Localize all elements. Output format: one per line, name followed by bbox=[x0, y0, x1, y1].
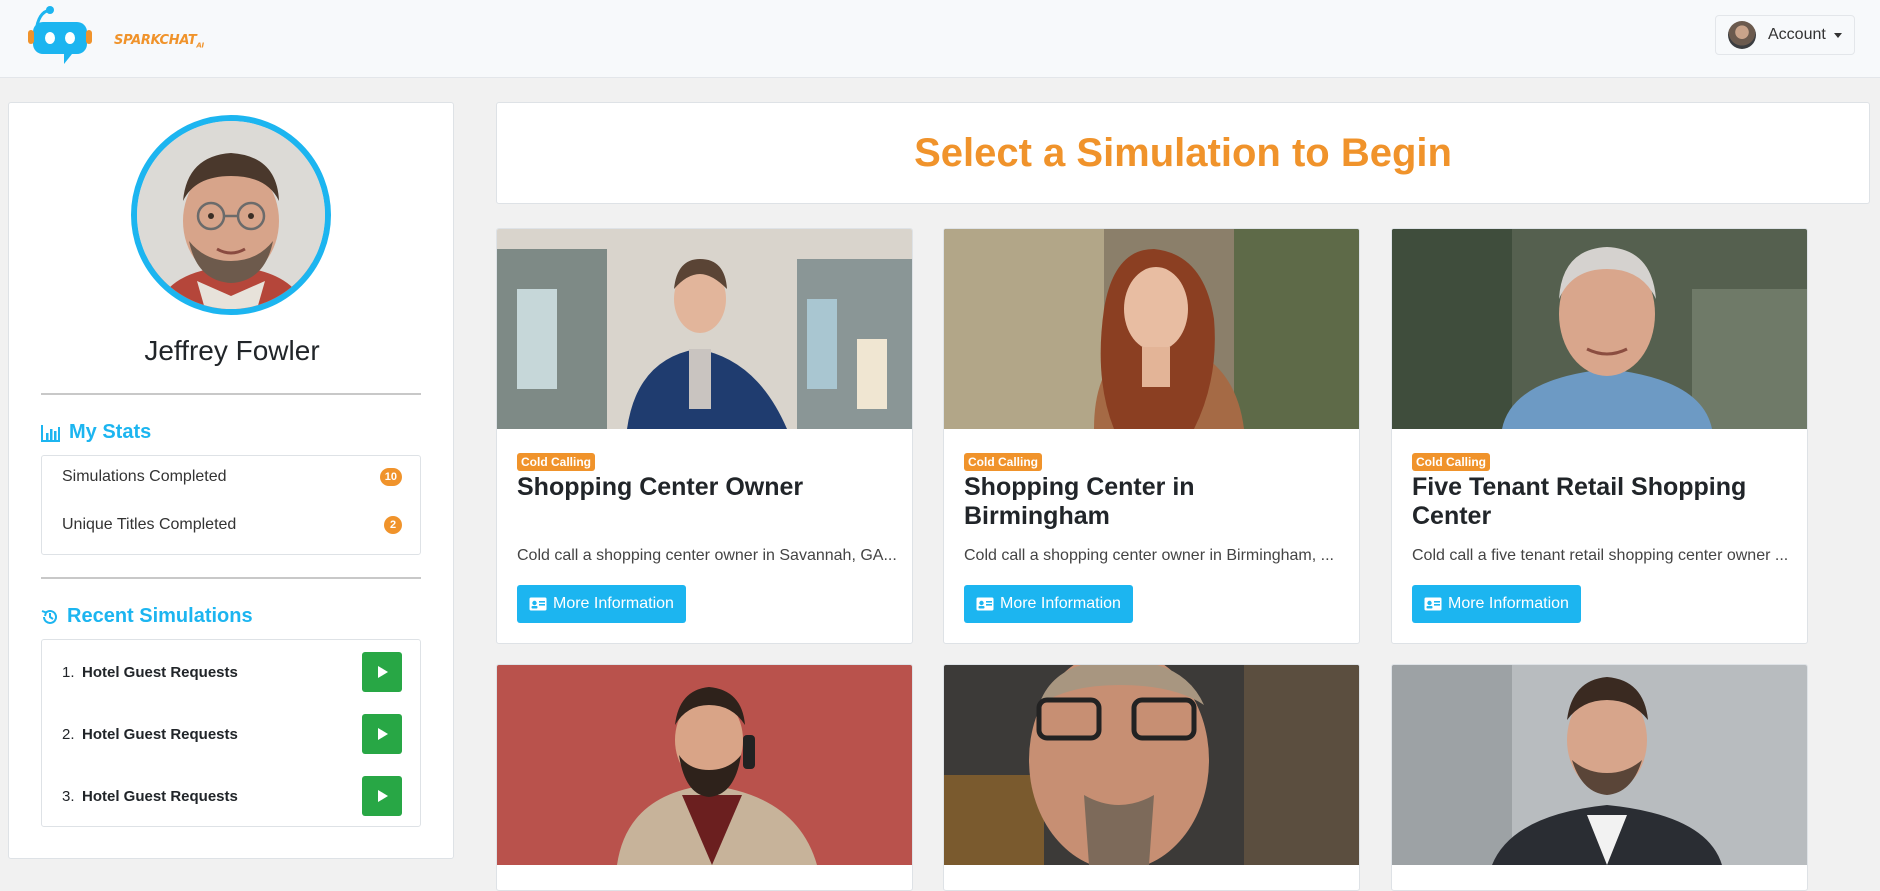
top-navbar: SPARKCHATAI Account bbox=[0, 0, 1880, 78]
robot-logo-icon bbox=[28, 6, 92, 64]
card-title: Shopping Center Owner bbox=[517, 473, 804, 501]
account-dropdown[interactable]: Account bbox=[1715, 15, 1855, 55]
card-description: Cold call a shopping center owner in Bir… bbox=[964, 547, 1334, 564]
stat-simulations-completed: Simulations Completed 10 bbox=[62, 468, 402, 486]
simulation-card[interactable]: Cold Calling Shopping Center Owner Cold … bbox=[496, 228, 913, 644]
list-number: 3. bbox=[62, 788, 75, 805]
more-information-button[interactable]: More Information bbox=[517, 585, 686, 623]
simulation-card[interactable] bbox=[1391, 664, 1808, 891]
profile-sidebar: Jeffrey Fowler My Stats Simulations Comp… bbox=[8, 102, 454, 859]
profile-name: Jeffrey Fowler bbox=[144, 335, 320, 366]
stat-label: Simulations Completed bbox=[62, 468, 227, 485]
card-title: Shopping Center in Birmingham bbox=[964, 473, 1195, 530]
page-title: Select a Simulation to Begin bbox=[914, 130, 1452, 175]
list-number: 2. bbox=[62, 726, 75, 743]
stat-badge: 2 bbox=[384, 516, 402, 534]
card-image bbox=[497, 665, 912, 865]
play-button[interactable] bbox=[362, 714, 402, 754]
account-avatar bbox=[1728, 21, 1756, 49]
card-image bbox=[497, 229, 912, 429]
card-title: Five Tenant Retail Shopping Center bbox=[1412, 473, 1747, 530]
recent-simulation-title: Hotel Guest Requests bbox=[82, 664, 238, 681]
recent-simulation-title: Hotel Guest Requests bbox=[82, 726, 238, 743]
caret-down-icon bbox=[1833, 32, 1842, 38]
simulation-card[interactable] bbox=[943, 664, 1360, 891]
card-image bbox=[1392, 229, 1807, 429]
card-description: Cold call a five tenant retail shopping … bbox=[1412, 547, 1789, 564]
category-badge: Cold Calling bbox=[517, 453, 595, 471]
play-button[interactable] bbox=[362, 776, 402, 816]
simulation-card[interactable]: Cold Calling Five Tenant Retail Shopping… bbox=[1391, 228, 1808, 644]
list-item: 2. Hotel Guest Requests bbox=[62, 714, 402, 754]
account-label: Account bbox=[1768, 26, 1826, 43]
stats-list: Simulations Completed 10 Unique Titles C… bbox=[41, 455, 421, 555]
more-information-button[interactable]: More Information bbox=[1412, 585, 1581, 623]
card-image bbox=[1392, 665, 1807, 865]
list-number: 1. bbox=[62, 664, 75, 681]
page-header-card: Select a Simulation to Begin bbox=[496, 102, 1870, 204]
list-item: 3. Hotel Guest Requests bbox=[62, 776, 402, 816]
category-badge: Cold Calling bbox=[964, 453, 1042, 471]
list-item: 1. Hotel Guest Requests bbox=[62, 652, 402, 692]
stat-unique-titles-completed: Unique Titles Completed 2 bbox=[62, 516, 402, 534]
card-image bbox=[944, 665, 1359, 865]
play-icon bbox=[378, 666, 388, 678]
card-image bbox=[944, 229, 1359, 429]
play-icon bbox=[378, 728, 388, 740]
divider bbox=[41, 393, 421, 395]
more-information-button[interactable]: More Information bbox=[964, 585, 1133, 623]
recent-simulation-title: Hotel Guest Requests bbox=[82, 788, 238, 805]
id-card-icon bbox=[976, 597, 994, 611]
play-icon bbox=[378, 790, 388, 802]
category-badge: Cold Calling bbox=[1412, 453, 1490, 471]
recent-simulations-list: 1. Hotel Guest Requests 2. Hotel Guest R… bbox=[41, 639, 421, 827]
id-card-icon bbox=[1424, 597, 1442, 611]
history-icon bbox=[41, 608, 59, 626]
bar-chart-icon bbox=[41, 424, 61, 442]
play-button[interactable] bbox=[362, 652, 402, 692]
recent-simulations-heading: Recent Simulations bbox=[41, 605, 253, 628]
sparkchat-logo[interactable]: SPARKCHATAI bbox=[28, 2, 208, 68]
profile-photo bbox=[137, 121, 325, 309]
profile-avatar bbox=[131, 115, 331, 315]
id-card-icon bbox=[529, 597, 547, 611]
card-description: Cold call a shopping center owner in Sav… bbox=[517, 547, 897, 564]
simulation-card[interactable] bbox=[496, 664, 913, 891]
my-stats-heading: My Stats bbox=[41, 421, 151, 444]
stat-label: Unique Titles Completed bbox=[62, 516, 237, 533]
stat-badge: 10 bbox=[379, 468, 402, 486]
simulation-card[interactable]: Cold Calling Shopping Center in Birmingh… bbox=[943, 228, 1360, 644]
divider bbox=[41, 577, 421, 579]
logo-text: SPARKCHATAI bbox=[114, 33, 204, 50]
